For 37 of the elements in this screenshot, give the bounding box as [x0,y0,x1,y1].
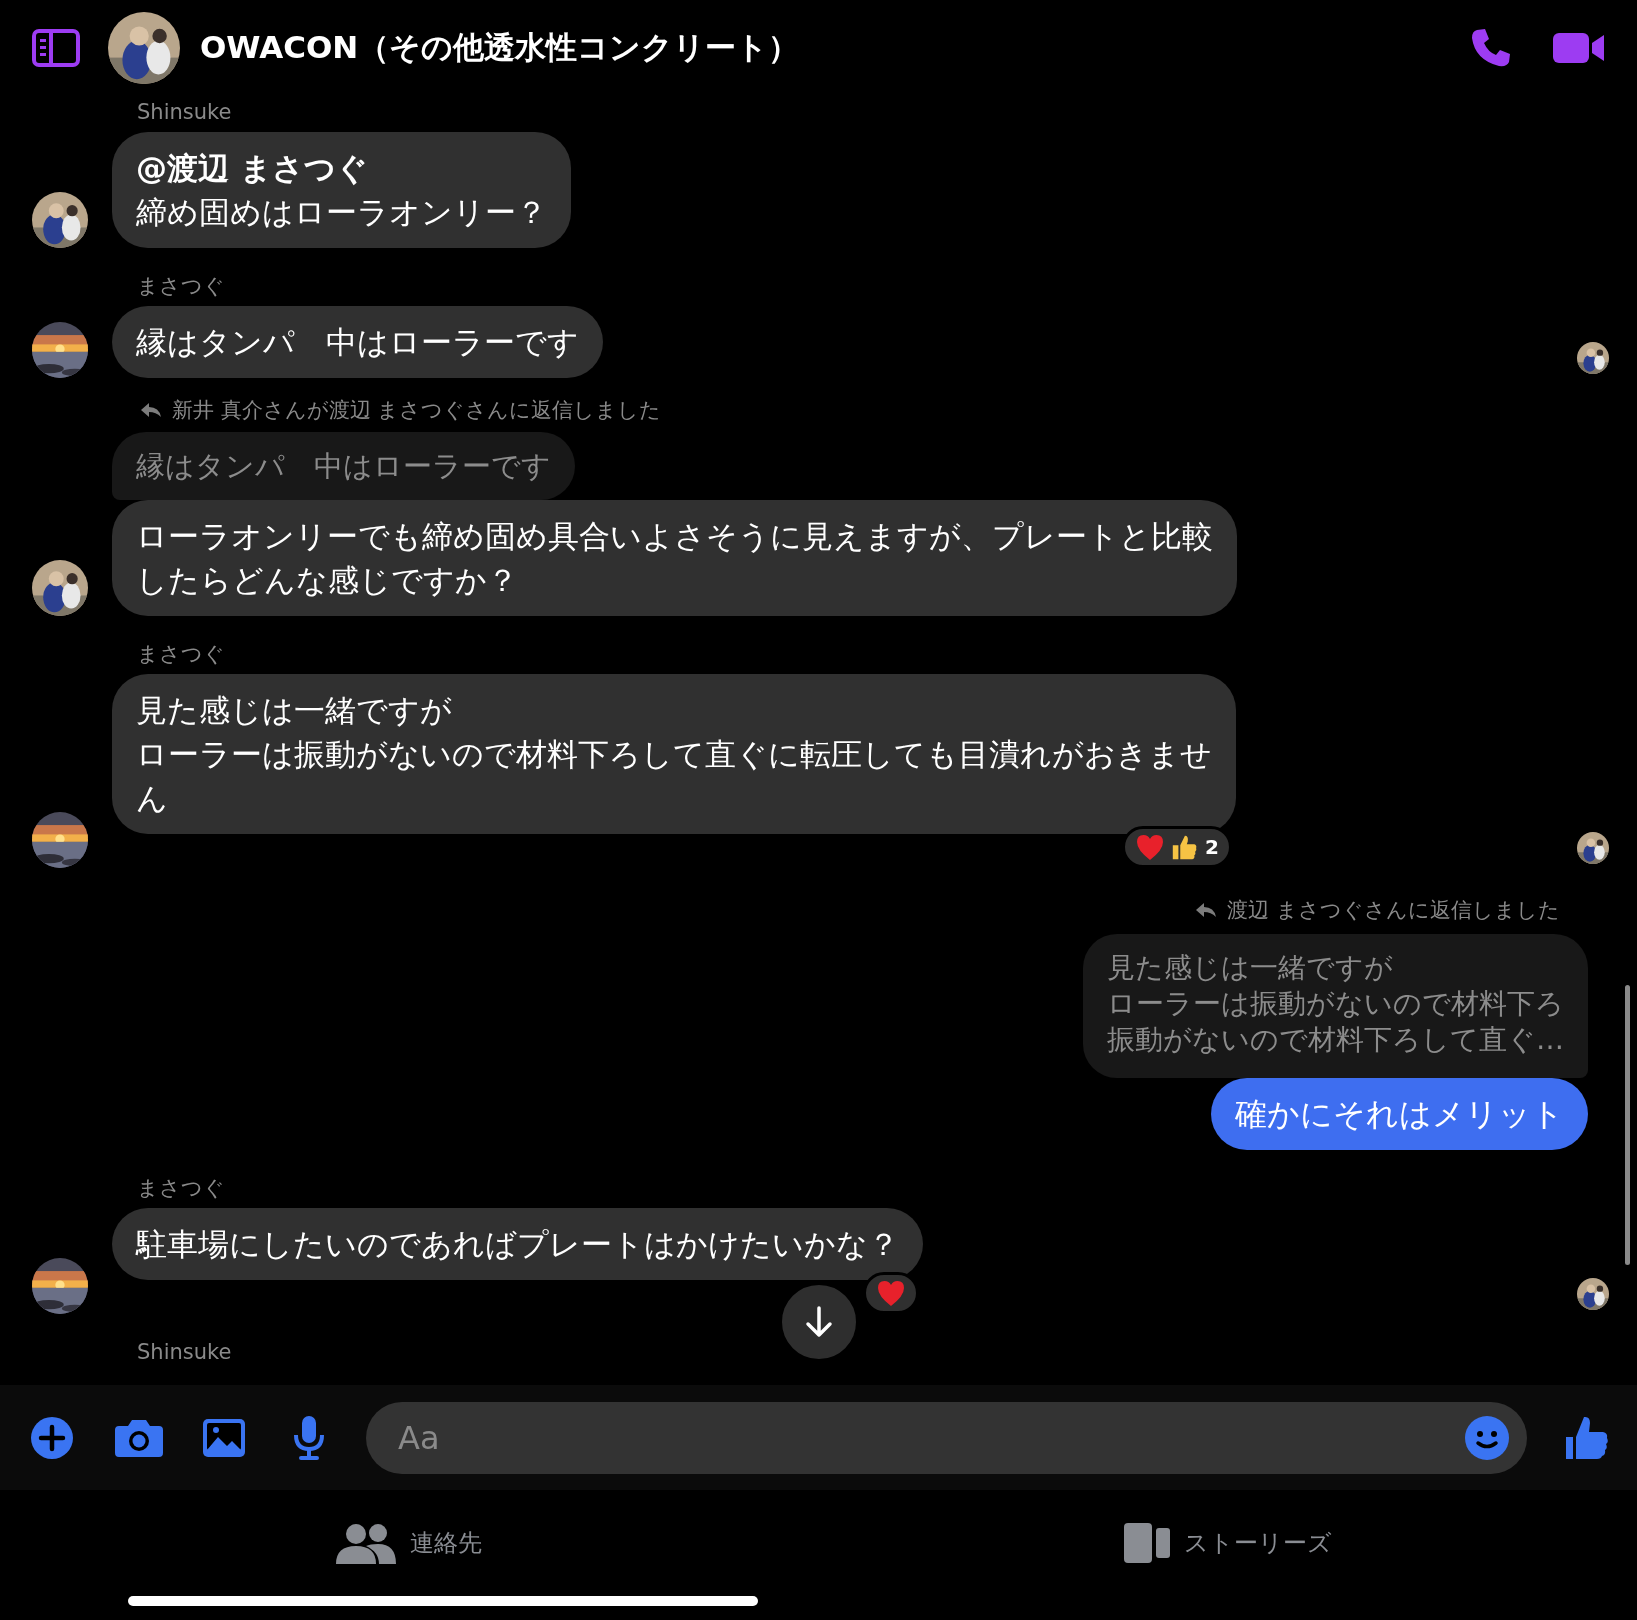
sender-name: まさつぐ [137,641,225,668]
reply-note: 新井 真介さんが渡辺 まさつぐさんに返信しました [172,397,662,424]
image-icon[interactable] [202,1417,246,1458]
stories-icon [1123,1523,1170,1563]
tab[interactable]: ストーリーズ [818,1490,1637,1596]
sender-name: まさつぐ [137,1175,225,1202]
message-bubble[interactable]: @渡辺 まさつぐ 締め固めはローラオンリー？ [112,132,571,248]
message-bubble[interactable]: 縁はタンパ 中はローラーです [112,306,603,378]
sidebar-icon[interactable] [32,29,80,67]
reply-note: 渡辺 まさつぐさんに返信しました [1227,897,1560,924]
message-bubble[interactable]: 駐車場にしたいのであればプレートはかけたいかな？ [112,1208,923,1280]
quoted-message[interactable]: 縁はタンパ 中はローラーです [112,432,575,500]
message-bubble[interactable]: ローラオンリーでも締め固め具合いよさそうに見えますが、プレートと比較 したらどんな感じですか？ [112,500,1237,616]
microphone-icon[interactable] [292,1414,326,1461]
message-field[interactable]: Aa [366,1401,1527,1474]
message-bubble[interactable]: 確かにそれはメリット [1211,1078,1588,1150]
chat-title: OWACON（その他透水性コンクリート） [200,28,801,67]
reply-arrow-icon [1195,902,1218,918]
reply-arrow-icon [140,402,162,418]
thumbs-up-icon[interactable] [1565,1414,1609,1461]
scrollbar[interactable] [1625,985,1630,1265]
emoji-icon[interactable] [1465,1415,1509,1460]
sender-name: まさつぐ [137,273,225,300]
down-arrow-icon [804,1306,834,1338]
quoted-message[interactable]: 見た感じは一緒ですが ローラーは振動がないので材料下ろ 振動がないので材料下ろして直ぐ… [1083,934,1588,1078]
sender-name: Shinsuke [137,1339,232,1366]
sender-name: Shinsuke [137,99,232,126]
heart-icon [1135,833,1166,861]
heart-icon [876,1279,906,1307]
reaction-count: 2 [1205,835,1219,859]
camera-icon[interactable] [114,1417,164,1458]
message-bubble[interactable]: 見た感じは一緒ですが ローラーは振動がないので材料下ろして直ぐに転圧しても目潰れがおきませ ん [112,674,1236,834]
video-camera-icon[interactable] [1553,31,1605,65]
people-icon [336,1522,397,1564]
add-icon[interactable] [30,1415,74,1460]
tab[interactable]: 連絡先 [0,1490,819,1596]
reactions-pill[interactable]: 2 [1122,826,1232,868]
